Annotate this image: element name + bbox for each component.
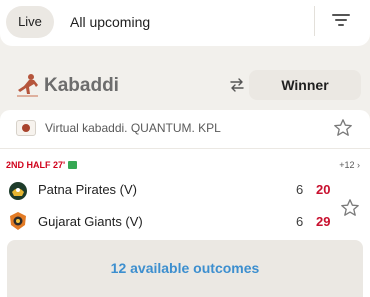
card-divider bbox=[0, 148, 370, 149]
tab-all-upcoming[interactable]: All upcoming bbox=[70, 6, 150, 38]
live-stats-icon[interactable] bbox=[68, 161, 78, 169]
sport-title: Kabaddi bbox=[44, 75, 119, 96]
tab-live[interactable]: Live bbox=[6, 6, 54, 38]
team-name: Gujarat Giants (V) bbox=[38, 214, 143, 229]
event-star-icon[interactable] bbox=[340, 198, 360, 218]
period-score: 6 bbox=[296, 214, 304, 229]
patna-pirates-logo bbox=[9, 182, 27, 200]
available-outcomes-button[interactable]: 12 available outcomes bbox=[7, 240, 363, 297]
league-name[interactable]: Virtual kabaddi. QUANTUM. KPL bbox=[45, 120, 221, 137]
period-score: 6 bbox=[296, 182, 304, 197]
market-selector-button[interactable]: Winner bbox=[249, 70, 361, 100]
gujarat-giants-logo bbox=[10, 212, 26, 230]
swap-arrows-icon[interactable] bbox=[229, 77, 245, 93]
top-bar: Live All upcoming bbox=[0, 0, 370, 46]
event-card: Virtual kabaddi. QUANTUM. KPL 2ND HALF 2… bbox=[0, 110, 370, 297]
total-score: 29 bbox=[316, 214, 331, 229]
live-status: 2ND HALF 27' bbox=[6, 159, 78, 171]
filter-divider bbox=[314, 6, 315, 36]
more-markets-link[interactable]: +12 › bbox=[339, 159, 360, 171]
virtual-league-icon bbox=[16, 120, 36, 136]
kabaddi-player-icon bbox=[17, 74, 38, 97]
total-score: 20 bbox=[316, 182, 331, 197]
filter-icon[interactable] bbox=[331, 12, 351, 28]
match-time-label: 2ND HALF 27' bbox=[6, 160, 66, 170]
league-star-icon[interactable] bbox=[333, 118, 353, 138]
team-name: Patna Pirates (V) bbox=[38, 182, 137, 197]
